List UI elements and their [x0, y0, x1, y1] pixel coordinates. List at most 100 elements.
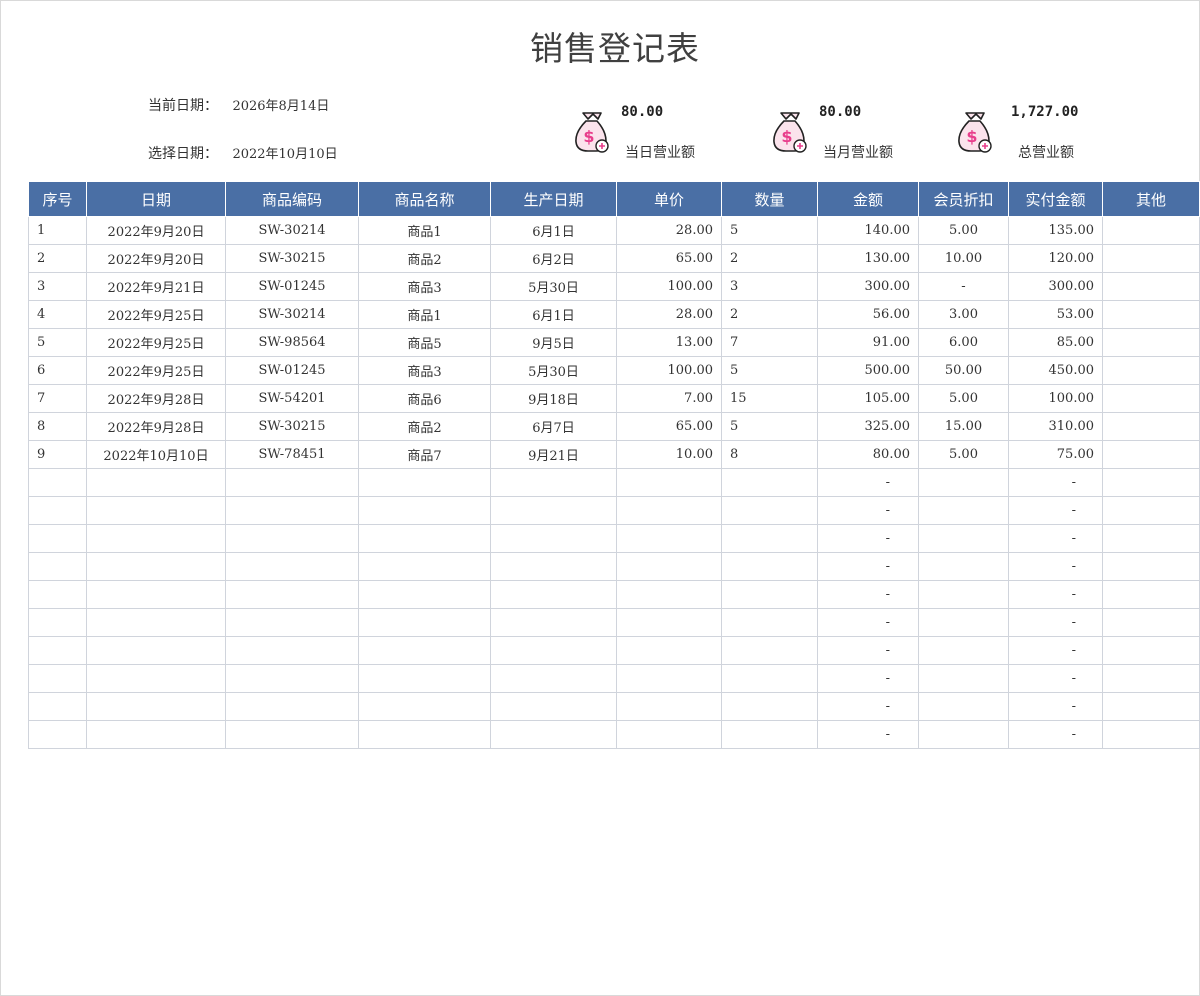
cell-unit-price[interactable]: [616, 720, 722, 749]
cell-quantity[interactable]: [721, 664, 818, 693]
cell-production-date[interactable]: 9月21日: [490, 440, 617, 469]
cell-product-name[interactable]: 商品7: [358, 440, 491, 469]
cell-member-discount[interactable]: 50.00: [918, 356, 1009, 385]
cell-date[interactable]: 2022年9月28日: [86, 384, 226, 413]
cell-product-code[interactable]: [225, 692, 359, 721]
cell-date[interactable]: [86, 468, 226, 497]
cell-product-name[interactable]: [358, 496, 491, 525]
cell-seq[interactable]: 2: [28, 244, 87, 273]
cell-date[interactable]: [86, 636, 226, 665]
cell-unit-price[interactable]: 65.00: [616, 412, 722, 441]
cell-unit-price[interactable]: [616, 468, 722, 497]
cell-production-date[interactable]: [490, 608, 617, 637]
cell-amount[interactable]: -: [817, 552, 919, 581]
cell-product-name[interactable]: [358, 636, 491, 665]
cell-seq[interactable]: 8: [28, 412, 87, 441]
cell-amount[interactable]: -: [817, 524, 919, 553]
cell-product-code[interactable]: SW-54201: [225, 384, 359, 413]
cell-amount[interactable]: -: [817, 496, 919, 525]
cell-unit-price[interactable]: [616, 692, 722, 721]
cell-seq[interactable]: [28, 692, 87, 721]
cell-unit-price[interactable]: [616, 552, 722, 581]
cell-member-discount[interactable]: 5.00: [918, 384, 1009, 413]
cell-product-name[interactable]: [358, 608, 491, 637]
cell-quantity[interactable]: [721, 720, 818, 749]
cell-member-discount[interactable]: 5.00: [918, 440, 1009, 469]
cell-seq[interactable]: [28, 636, 87, 665]
cell-production-date[interactable]: [490, 720, 617, 749]
cell-quantity[interactable]: [721, 496, 818, 525]
cell-paid-amount[interactable]: 120.00: [1008, 244, 1103, 273]
cell-member-discount[interactable]: 15.00: [918, 412, 1009, 441]
cell-product-code[interactable]: [225, 664, 359, 693]
cell-amount[interactable]: 130.00: [817, 244, 919, 273]
cell-quantity[interactable]: [721, 608, 818, 637]
cell-other[interactable]: [1102, 440, 1200, 469]
cell-member-discount[interactable]: [918, 636, 1009, 665]
cell-product-code[interactable]: [225, 496, 359, 525]
cell-product-name[interactable]: 商品1: [358, 300, 491, 329]
cell-unit-price[interactable]: 100.00: [616, 356, 722, 385]
cell-seq[interactable]: 5: [28, 328, 87, 357]
cell-other[interactable]: [1102, 580, 1200, 609]
cell-product-code[interactable]: [225, 720, 359, 749]
cell-product-name[interactable]: [358, 720, 491, 749]
cell-product-name[interactable]: 商品3: [358, 356, 491, 385]
cell-product-name[interactable]: [358, 552, 491, 581]
cell-product-code[interactable]: [225, 524, 359, 553]
cell-amount[interactable]: -: [817, 580, 919, 609]
cell-date[interactable]: 2022年9月25日: [86, 328, 226, 357]
cell-quantity[interactable]: [721, 468, 818, 497]
cell-unit-price[interactable]: [616, 608, 722, 637]
cell-unit-price[interactable]: [616, 580, 722, 609]
cell-seq[interactable]: [28, 664, 87, 693]
cell-product-name[interactable]: [358, 524, 491, 553]
cell-unit-price[interactable]: [616, 496, 722, 525]
cell-member-discount[interactable]: -: [918, 272, 1009, 301]
cell-other[interactable]: [1102, 300, 1200, 329]
cell-other[interactable]: [1102, 608, 1200, 637]
cell-member-discount[interactable]: [918, 580, 1009, 609]
cell-paid-amount[interactable]: 53.00: [1008, 300, 1103, 329]
cell-paid-amount[interactable]: -: [1008, 720, 1103, 749]
cell-production-date[interactable]: 5月30日: [490, 356, 617, 385]
cell-product-name[interactable]: 商品6: [358, 384, 491, 413]
cell-paid-amount[interactable]: -: [1008, 552, 1103, 581]
cell-paid-amount[interactable]: -: [1008, 524, 1103, 553]
cell-member-discount[interactable]: [918, 664, 1009, 693]
cell-member-discount[interactable]: 3.00: [918, 300, 1009, 329]
cell-date[interactable]: 2022年9月25日: [86, 300, 226, 329]
cell-product-code[interactable]: SW-30215: [225, 412, 359, 441]
cell-unit-price[interactable]: 13.00: [616, 328, 722, 357]
cell-member-discount[interactable]: [918, 720, 1009, 749]
cell-product-name[interactable]: [358, 692, 491, 721]
cell-seq[interactable]: [28, 552, 87, 581]
cell-unit-price[interactable]: 7.00: [616, 384, 722, 413]
cell-date[interactable]: [86, 552, 226, 581]
cell-production-date[interactable]: 5月30日: [490, 272, 617, 301]
cell-seq[interactable]: [28, 524, 87, 553]
cell-amount[interactable]: -: [817, 636, 919, 665]
cell-production-date[interactable]: [490, 692, 617, 721]
cell-production-date[interactable]: 6月2日: [490, 244, 617, 273]
cell-amount[interactable]: 300.00: [817, 272, 919, 301]
cell-date[interactable]: [86, 524, 226, 553]
cell-product-code[interactable]: SW-01245: [225, 356, 359, 385]
cell-member-discount[interactable]: 6.00: [918, 328, 1009, 357]
cell-product-code[interactable]: SW-98564: [225, 328, 359, 357]
cell-quantity[interactable]: 5: [721, 412, 818, 441]
cell-date[interactable]: [86, 580, 226, 609]
cell-date[interactable]: 2022年9月21日: [86, 272, 226, 301]
cell-other[interactable]: [1102, 216, 1200, 245]
cell-quantity[interactable]: 3: [721, 272, 818, 301]
cell-amount[interactable]: 140.00: [817, 216, 919, 245]
cell-date[interactable]: [86, 720, 226, 749]
cell-paid-amount[interactable]: 450.00: [1008, 356, 1103, 385]
cell-other[interactable]: [1102, 496, 1200, 525]
cell-seq[interactable]: 1: [28, 216, 87, 245]
cell-other[interactable]: [1102, 272, 1200, 301]
cell-unit-price[interactable]: 28.00: [616, 300, 722, 329]
cell-product-code[interactable]: [225, 468, 359, 497]
cell-other[interactable]: [1102, 552, 1200, 581]
cell-unit-price[interactable]: [616, 636, 722, 665]
